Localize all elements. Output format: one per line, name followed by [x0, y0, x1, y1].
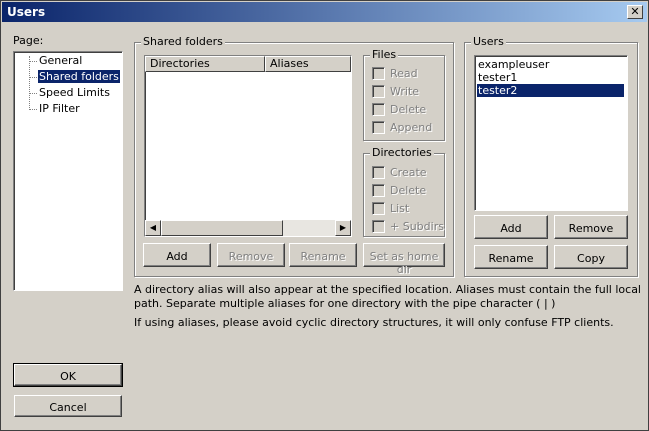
user-item-tester2[interactable]: tester2	[477, 84, 624, 97]
tree-line	[29, 61, 37, 62]
files-group-label: Files	[370, 48, 399, 61]
directories-group-label: Directories	[370, 146, 434, 159]
alias-info-line-3: If using aliases, please avoid cyclic di…	[134, 316, 614, 329]
alias-info-line-1: A directory alias will also appear at th…	[134, 283, 641, 296]
add-user-button[interactable]: Add	[474, 215, 548, 239]
tree-line	[29, 109, 37, 110]
page-item-general[interactable]: General	[38, 54, 83, 67]
rename-user-button[interactable]: Rename	[474, 245, 548, 269]
copy-user-button[interactable]: Copy	[554, 245, 628, 269]
page-item-speed-limits[interactable]: Speed Limits	[38, 86, 111, 99]
page-tree[interactable]: General Shared folders Speed Limits IP F…	[13, 51, 123, 291]
rename-folder-button[interactable]: Rename	[289, 243, 357, 267]
remove-user-button[interactable]: Remove	[554, 215, 628, 239]
tree-line	[29, 77, 37, 78]
close-button[interactable]: ✕	[627, 5, 643, 19]
ok-button[interactable]: OK	[13, 363, 123, 387]
scroll-right-button[interactable]: ▶	[335, 220, 351, 236]
column-header-aliases[interactable]: Aliases	[265, 56, 351, 72]
close-icon: ✕	[630, 5, 640, 18]
users-dialog: Users ✕ Page: General Shared folders Spe…	[0, 0, 649, 431]
horizontal-scrollbar[interactable]: ◀ ▶	[145, 220, 351, 236]
alias-info-line-2: path. Separate multiple aliases for one …	[134, 297, 556, 310]
users-group-label: Users	[471, 35, 506, 48]
user-item-exampleuser[interactable]: exampleuser	[477, 58, 624, 71]
shared-folders-group: Shared folders Directories Aliases ◀ ▶ F…	[134, 35, 454, 277]
cancel-button[interactable]: Cancel	[14, 395, 122, 417]
window-title: Users	[7, 5, 46, 19]
shared-folders-group-label: Shared folders	[141, 35, 225, 48]
directories-list[interactable]: Directories Aliases ◀ ▶	[144, 55, 352, 237]
tree-line	[29, 93, 37, 94]
title-bar: Users ✕	[2, 2, 647, 22]
add-folder-button[interactable]: Add	[143, 243, 211, 267]
set-home-dir-button[interactable]: Set as home dir	[363, 243, 445, 276]
users-group: Users exampleuser tester1 tester2 Add Re…	[464, 35, 638, 277]
remove-folder-button[interactable]: Remove	[217, 243, 285, 267]
page-item-ip-filter[interactable]: IP Filter	[38, 102, 81, 115]
directories-group: Directories Create Delete List + Subdirs	[363, 146, 445, 237]
files-group: Files Read Write Delete Append	[363, 48, 445, 141]
page-label: Page:	[13, 34, 44, 47]
user-item-tester1[interactable]: tester1	[477, 71, 624, 84]
tree-line	[29, 56, 30, 108]
scroll-thumb[interactable]	[161, 220, 283, 236]
page-item-shared-folders[interactable]: Shared folders	[38, 70, 120, 83]
column-header-directories[interactable]: Directories	[145, 56, 265, 72]
users-list[interactable]: exampleuser tester1 tester2	[474, 55, 628, 211]
scroll-left-button[interactable]: ◀	[145, 220, 161, 236]
